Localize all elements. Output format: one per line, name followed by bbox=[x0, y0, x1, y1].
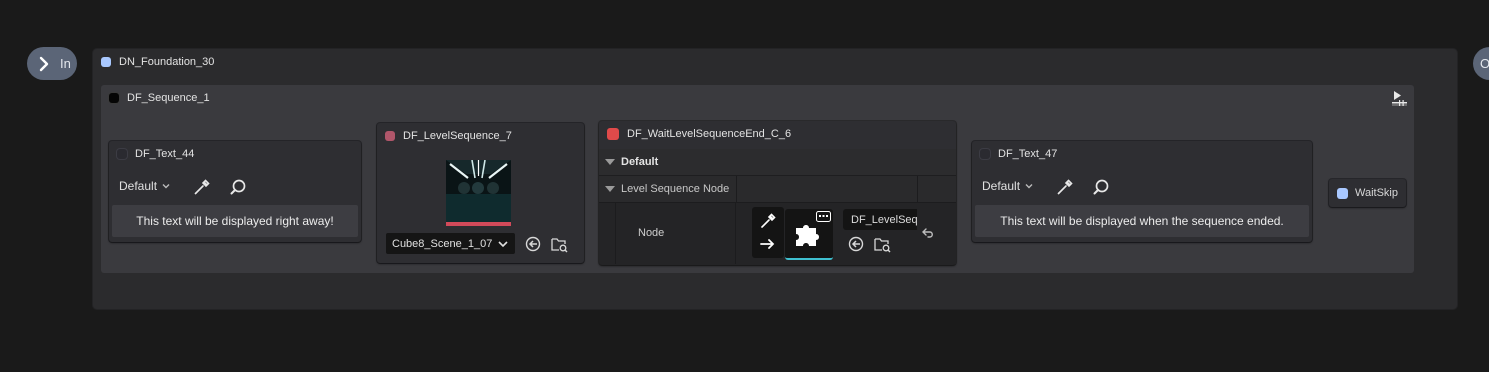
foundation-title: DN_Foundation_30 bbox=[119, 56, 215, 68]
text-node-44-style-label: Default bbox=[119, 179, 158, 193]
wait-skip-pin[interactable]: WaitSkip bbox=[1329, 179, 1406, 207]
level-sequence-header: DF_LevelSequence_7 bbox=[385, 130, 512, 142]
eyedropper-icon[interactable] bbox=[1056, 178, 1074, 196]
node-value-field[interactable]: DF_LevelSeq bbox=[843, 209, 917, 230]
level-sequence-asset-select[interactable]: Cube8_Scene_1_07 bbox=[386, 233, 515, 254]
level-sequence-section-label: Level Sequence Node bbox=[621, 183, 730, 195]
chevron-down-icon bbox=[498, 240, 508, 247]
text-node-44-title: DF_Text_44 bbox=[135, 148, 195, 160]
collapse-arrow-icon bbox=[605, 186, 615, 192]
asset-badge-icon bbox=[816, 211, 831, 222]
wait-node-status-dot bbox=[607, 128, 619, 140]
level-sequence-thumbnail[interactable] bbox=[446, 160, 511, 226]
text-node-47-title: DF_Text_47 bbox=[998, 148, 1058, 160]
eyedropper-icon[interactable] bbox=[193, 178, 211, 196]
text-node-44-header: DF_Text_44 bbox=[117, 148, 194, 160]
level-sequence-status-dot bbox=[385, 131, 395, 141]
chevron-down-icon bbox=[1025, 184, 1033, 189]
text-node-44-text[interactable]: This text will be displayed right away! bbox=[112, 205, 358, 237]
out-pin-label: Ou bbox=[1480, 56, 1489, 71]
sequence-title: DF_Sequence_1 bbox=[127, 92, 210, 104]
magnifier-icon[interactable] bbox=[229, 178, 247, 196]
in-pin-label: In bbox=[60, 56, 71, 71]
text-node-47-style-label: Default bbox=[982, 179, 1021, 193]
default-section-header[interactable]: Default bbox=[605, 156, 658, 168]
column-divider bbox=[736, 176, 737, 202]
sequencer-icon[interactable] bbox=[1390, 89, 1408, 107]
wait-skip-label: WaitSkip bbox=[1355, 187, 1398, 199]
text-node-47-text[interactable]: This text will be displayed when the seq… bbox=[975, 205, 1309, 237]
column-divider bbox=[615, 203, 616, 264]
puzzle-icon bbox=[796, 225, 819, 246]
text-node-44-status-dot bbox=[117, 149, 127, 159]
in-pin[interactable]: In bbox=[27, 47, 77, 80]
column-divider bbox=[735, 203, 736, 264]
chevron-down-icon bbox=[162, 184, 170, 189]
sequence-header: DF_Sequence_1 bbox=[109, 92, 210, 104]
node-property-label: Node bbox=[638, 227, 665, 239]
reset-arrow-icon[interactable] bbox=[921, 226, 935, 240]
arrow-right-icon[interactable] bbox=[759, 236, 777, 252]
level-sequence-section-header[interactable]: Level Sequence Node bbox=[605, 183, 729, 195]
text-node-44-style-dropdown[interactable]: Default bbox=[119, 179, 171, 193]
text-node-47-style-dropdown[interactable]: Default bbox=[982, 179, 1034, 193]
level-sequence-asset-name: Cube8_Scene_1_07 bbox=[392, 237, 493, 250]
wait-node-header: DF_WaitLevelSequenceEnd_C_6 bbox=[607, 128, 791, 140]
folder-search-icon[interactable] bbox=[873, 235, 891, 253]
text-node-47-header: DF_Text_47 bbox=[980, 148, 1057, 160]
text-node-47-status-dot bbox=[980, 149, 990, 159]
scene-preview-image bbox=[446, 160, 511, 226]
foundation-status-dot bbox=[101, 57, 111, 67]
browse-back-icon[interactable] bbox=[848, 236, 864, 252]
eyedropper-icon[interactable] bbox=[759, 212, 777, 230]
wait-skip-dot bbox=[1337, 187, 1348, 199]
out-pin[interactable]: Ou bbox=[1473, 47, 1489, 80]
chevron-right-icon bbox=[39, 56, 49, 71]
folder-search-icon[interactable] bbox=[550, 235, 568, 253]
browse-back-icon[interactable] bbox=[525, 236, 541, 252]
magnifier-icon[interactable] bbox=[1092, 178, 1110, 196]
wait-node-title: DF_WaitLevelSequenceEnd_C_6 bbox=[627, 128, 792, 140]
sequence-status-dot bbox=[109, 93, 119, 103]
default-section-label: Default bbox=[621, 156, 659, 168]
level-sequence-title: DF_LevelSequence_7 bbox=[403, 130, 512, 142]
collapse-arrow-icon bbox=[605, 159, 615, 165]
foundation-header: DN_Foundation_30 bbox=[101, 56, 214, 68]
